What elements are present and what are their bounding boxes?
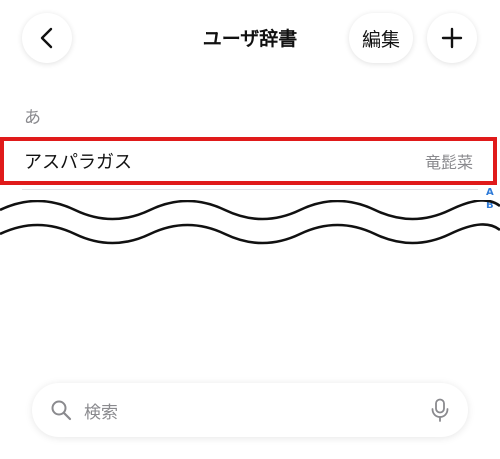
cut-wave-divider bbox=[0, 200, 500, 245]
dictionary-entry-row[interactable]: アスパラガス 竜髭菜 bbox=[0, 137, 497, 185]
add-button[interactable] bbox=[427, 13, 477, 63]
edit-button[interactable]: 編集 bbox=[349, 13, 413, 63]
microphone-icon[interactable] bbox=[430, 398, 450, 422]
search-input[interactable]: 検索 bbox=[84, 398, 430, 423]
search-icon bbox=[51, 400, 72, 421]
index-letter-a[interactable]: A bbox=[486, 186, 494, 199]
page-title: ユーザ辞書 bbox=[202, 28, 298, 50]
section-header: あ bbox=[24, 108, 41, 128]
entry-word: アスパラガス bbox=[24, 152, 132, 173]
entry-reading: 竜髭菜 bbox=[424, 153, 473, 172]
row-divider bbox=[22, 189, 478, 190]
plus-icon bbox=[441, 27, 463, 49]
search-bar[interactable]: 検索 bbox=[32, 383, 468, 437]
